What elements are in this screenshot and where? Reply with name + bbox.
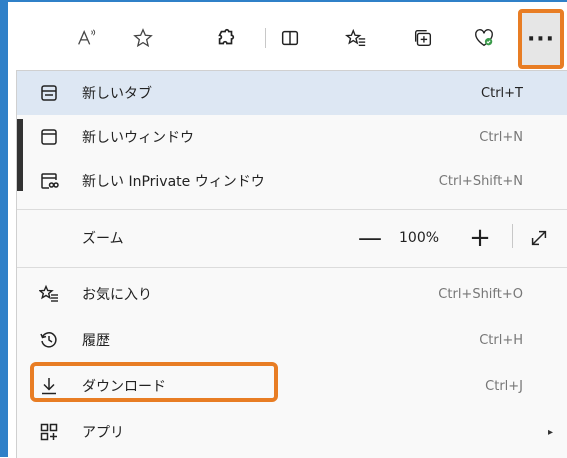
downloads-label: ダウンロード: [82, 379, 166, 395]
submenu-arrow-icon: ▸: [547, 426, 553, 438]
favorites-label: お気に入り: [82, 287, 152, 303]
new-inprivate-label: 新しい InPrivate ウィンドウ: [82, 174, 265, 190]
menu-item-favorites[interactable]: お気に入り Ctrl+Shift+O: [17, 272, 567, 316]
menu-item-zoom: ズーム — 100% +: [17, 214, 567, 262]
collections-icon[interactable]: [405, 20, 441, 56]
menu-divider: [17, 209, 567, 210]
menu-item-history[interactable]: 履歴 Ctrl+H: [17, 318, 567, 362]
apps-label: アプリ: [82, 425, 124, 441]
zoom-label: ズーム: [82, 231, 124, 247]
menu-item-new-window[interactable]: 新しいウィンドウ Ctrl+N: [17, 115, 567, 159]
apps-icon: [37, 420, 61, 444]
downloads-shortcut: Ctrl+J: [485, 378, 523, 394]
settings-menu: 新しいタブ Ctrl+T 新しいウィンドウ Ctrl+N 新しい InPriva…: [16, 70, 567, 458]
settings-and-more-button[interactable]: ···: [518, 9, 564, 69]
history-shortcut: Ctrl+H: [479, 332, 523, 348]
history-label: 履歴: [82, 333, 110, 349]
new-inprivate-shortcut: Ctrl+Shift+N: [438, 173, 523, 189]
fullscreen-icon[interactable]: [525, 224, 553, 252]
download-icon: [37, 374, 61, 398]
favorites-list-icon: [37, 282, 61, 306]
new-window-icon: [37, 125, 61, 149]
menu-item-new-inprivate[interactable]: 新しい InPrivate ウィンドウ Ctrl+Shift+N: [17, 159, 567, 203]
zoom-value: 100%: [399, 230, 440, 246]
favorite-star-icon[interactable]: [125, 20, 161, 56]
zoom-separator: [512, 224, 513, 248]
favorites-shortcut: Ctrl+Shift+O: [438, 286, 523, 302]
menu-item-new-tab[interactable]: 新しいタブ Ctrl+T: [17, 71, 567, 115]
more-dots-icon: ···: [526, 26, 556, 52]
toolbar-separator: [265, 28, 266, 48]
browser-window: ··· 新しいタブ Ctrl+T 新しいウィンドウ Ctrl+N 新しい InP…: [0, 0, 567, 458]
history-icon: [37, 328, 61, 352]
menu-item-downloads[interactable]: ダウンロード Ctrl+J: [17, 364, 567, 408]
favorites-icon[interactable]: [338, 20, 374, 56]
menu-divider: [17, 267, 567, 268]
browser-edge: [0, 0, 8, 457]
read-aloud-icon[interactable]: [68, 20, 104, 56]
menu-item-apps[interactable]: アプリ ▸: [17, 410, 567, 454]
new-window-shortcut: Ctrl+N: [479, 129, 523, 145]
new-tab-label: 新しいタブ: [82, 86, 152, 102]
new-window-label: 新しいウィンドウ: [82, 130, 194, 146]
split-screen-icon[interactable]: [272, 20, 308, 56]
zoom-out-button[interactable]: —: [355, 224, 385, 252]
new-tab-shortcut: Ctrl+T: [481, 85, 523, 101]
zoom-in-button[interactable]: +: [465, 223, 495, 253]
extensions-icon[interactable]: [208, 20, 244, 56]
browser-essentials-icon[interactable]: [466, 20, 502, 56]
browser-toolbar: [8, 0, 567, 72]
inprivate-icon: [37, 169, 61, 193]
new-tab-icon: [37, 81, 61, 105]
